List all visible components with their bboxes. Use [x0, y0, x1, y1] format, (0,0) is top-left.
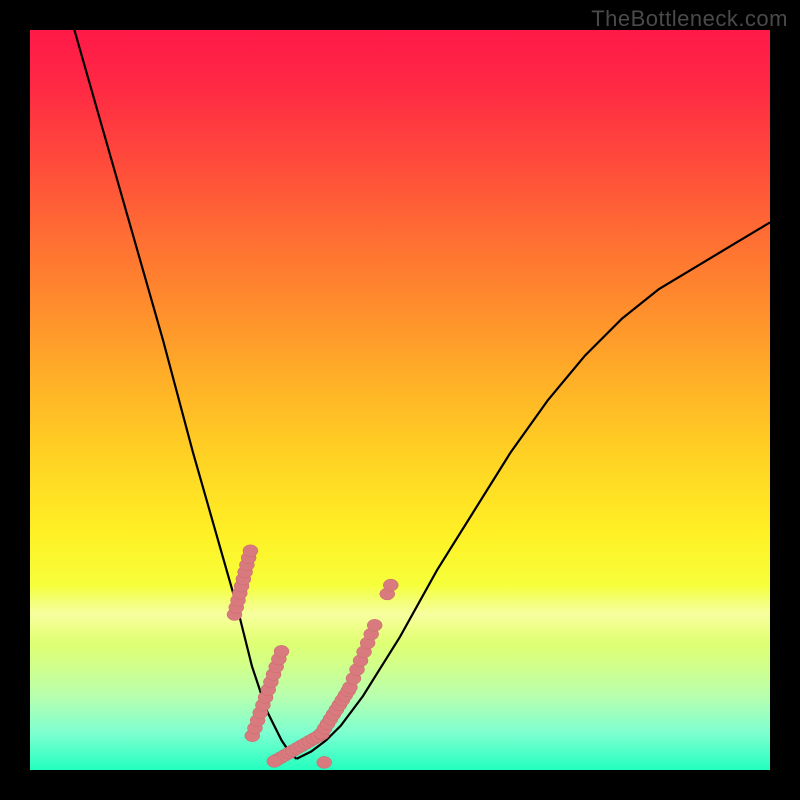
overlay-dot — [383, 579, 398, 591]
watermark-text: TheBottleneck.com — [591, 6, 788, 32]
left-curve — [74, 30, 296, 759]
overlay-dot — [317, 756, 332, 768]
overlay-dot — [367, 619, 382, 631]
right-curve — [296, 222, 770, 759]
plot-area — [30, 30, 770, 770]
chart-container: TheBottleneck.com — [0, 0, 800, 800]
overlay-dot — [267, 755, 282, 767]
overlay-dot — [274, 645, 289, 657]
overlay-dot — [243, 545, 258, 557]
dot-overlay-group — [227, 545, 398, 769]
curve-svg — [30, 30, 770, 770]
